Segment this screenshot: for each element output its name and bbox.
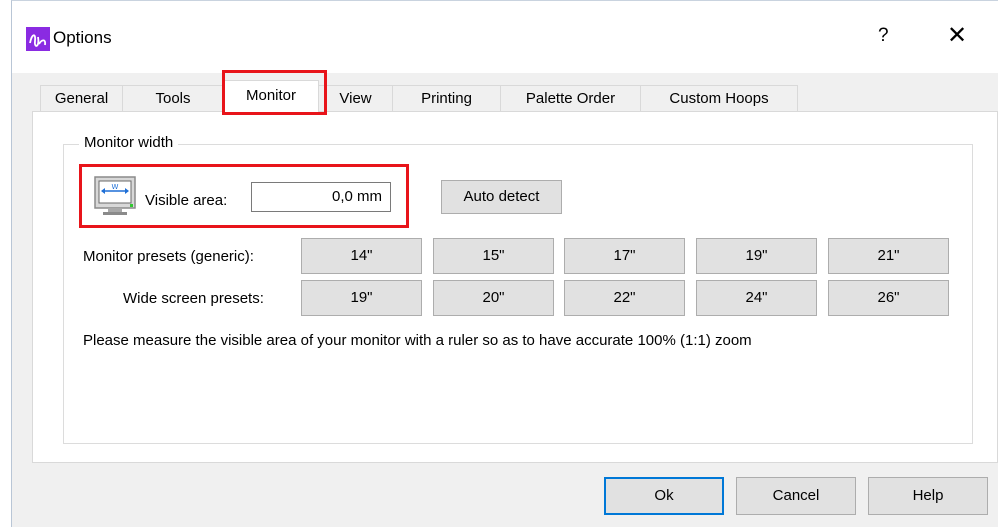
preset-generic-21[interactable]: 21" [828, 238, 949, 274]
ok-button[interactable]: Ok [604, 477, 724, 515]
group-title: Monitor width [79, 134, 179, 151]
monitor-tab-highlight [222, 70, 327, 115]
generic-presets-label: Monitor presets (generic): [83, 248, 254, 265]
tab-palette-order[interactable]: Palette Order [500, 85, 641, 112]
tab-tools[interactable]: Tools [122, 85, 224, 112]
preset-generic-19[interactable]: 19" [696, 238, 817, 274]
visible-area-field[interactable]: 0,0 mm [251, 182, 391, 212]
measure-note: Please measure the visible area of your … [83, 332, 752, 349]
cancel-button[interactable]: Cancel [736, 477, 856, 515]
preset-wide-19[interactable]: 19" [301, 280, 422, 316]
tab-general[interactable]: General [40, 85, 123, 112]
preset-generic-17[interactable]: 17" [564, 238, 685, 274]
auto-detect-button[interactable]: Auto detect [441, 180, 562, 214]
tab-view[interactable]: View [318, 85, 393, 112]
window-title: Options [53, 28, 112, 47]
title-bar: Options ? ✕ [12, 1, 998, 73]
monitor-width-icon: W [93, 174, 137, 218]
svg-text:W: W [112, 183, 119, 191]
preset-wide-26[interactable]: 26" [828, 280, 949, 316]
options-dialog: Options ? ✕ General Tools Monitor View P… [11, 0, 998, 527]
visible-area-label: Visible area: [145, 192, 228, 209]
close-button[interactable]: ✕ [947, 21, 967, 49]
preset-generic-15[interactable]: 15" [433, 238, 554, 274]
preset-wide-24[interactable]: 24" [696, 280, 817, 316]
tab-custom-hoops[interactable]: Custom Hoops [640, 85, 798, 112]
preset-wide-22[interactable]: 22" [564, 280, 685, 316]
help-button[interactable]: Help [868, 477, 988, 515]
help-title-button[interactable]: ? [878, 25, 889, 47]
monitor-panel: Monitor width W Visible area: 0,0 mm Aut… [32, 111, 998, 463]
preset-generic-14[interactable]: 14" [301, 238, 422, 274]
tab-printing[interactable]: Printing [392, 85, 501, 112]
wide-presets-label: Wide screen presets: [123, 290, 264, 307]
app-logo-icon [26, 27, 50, 51]
preset-wide-20[interactable]: 20" [433, 280, 554, 316]
